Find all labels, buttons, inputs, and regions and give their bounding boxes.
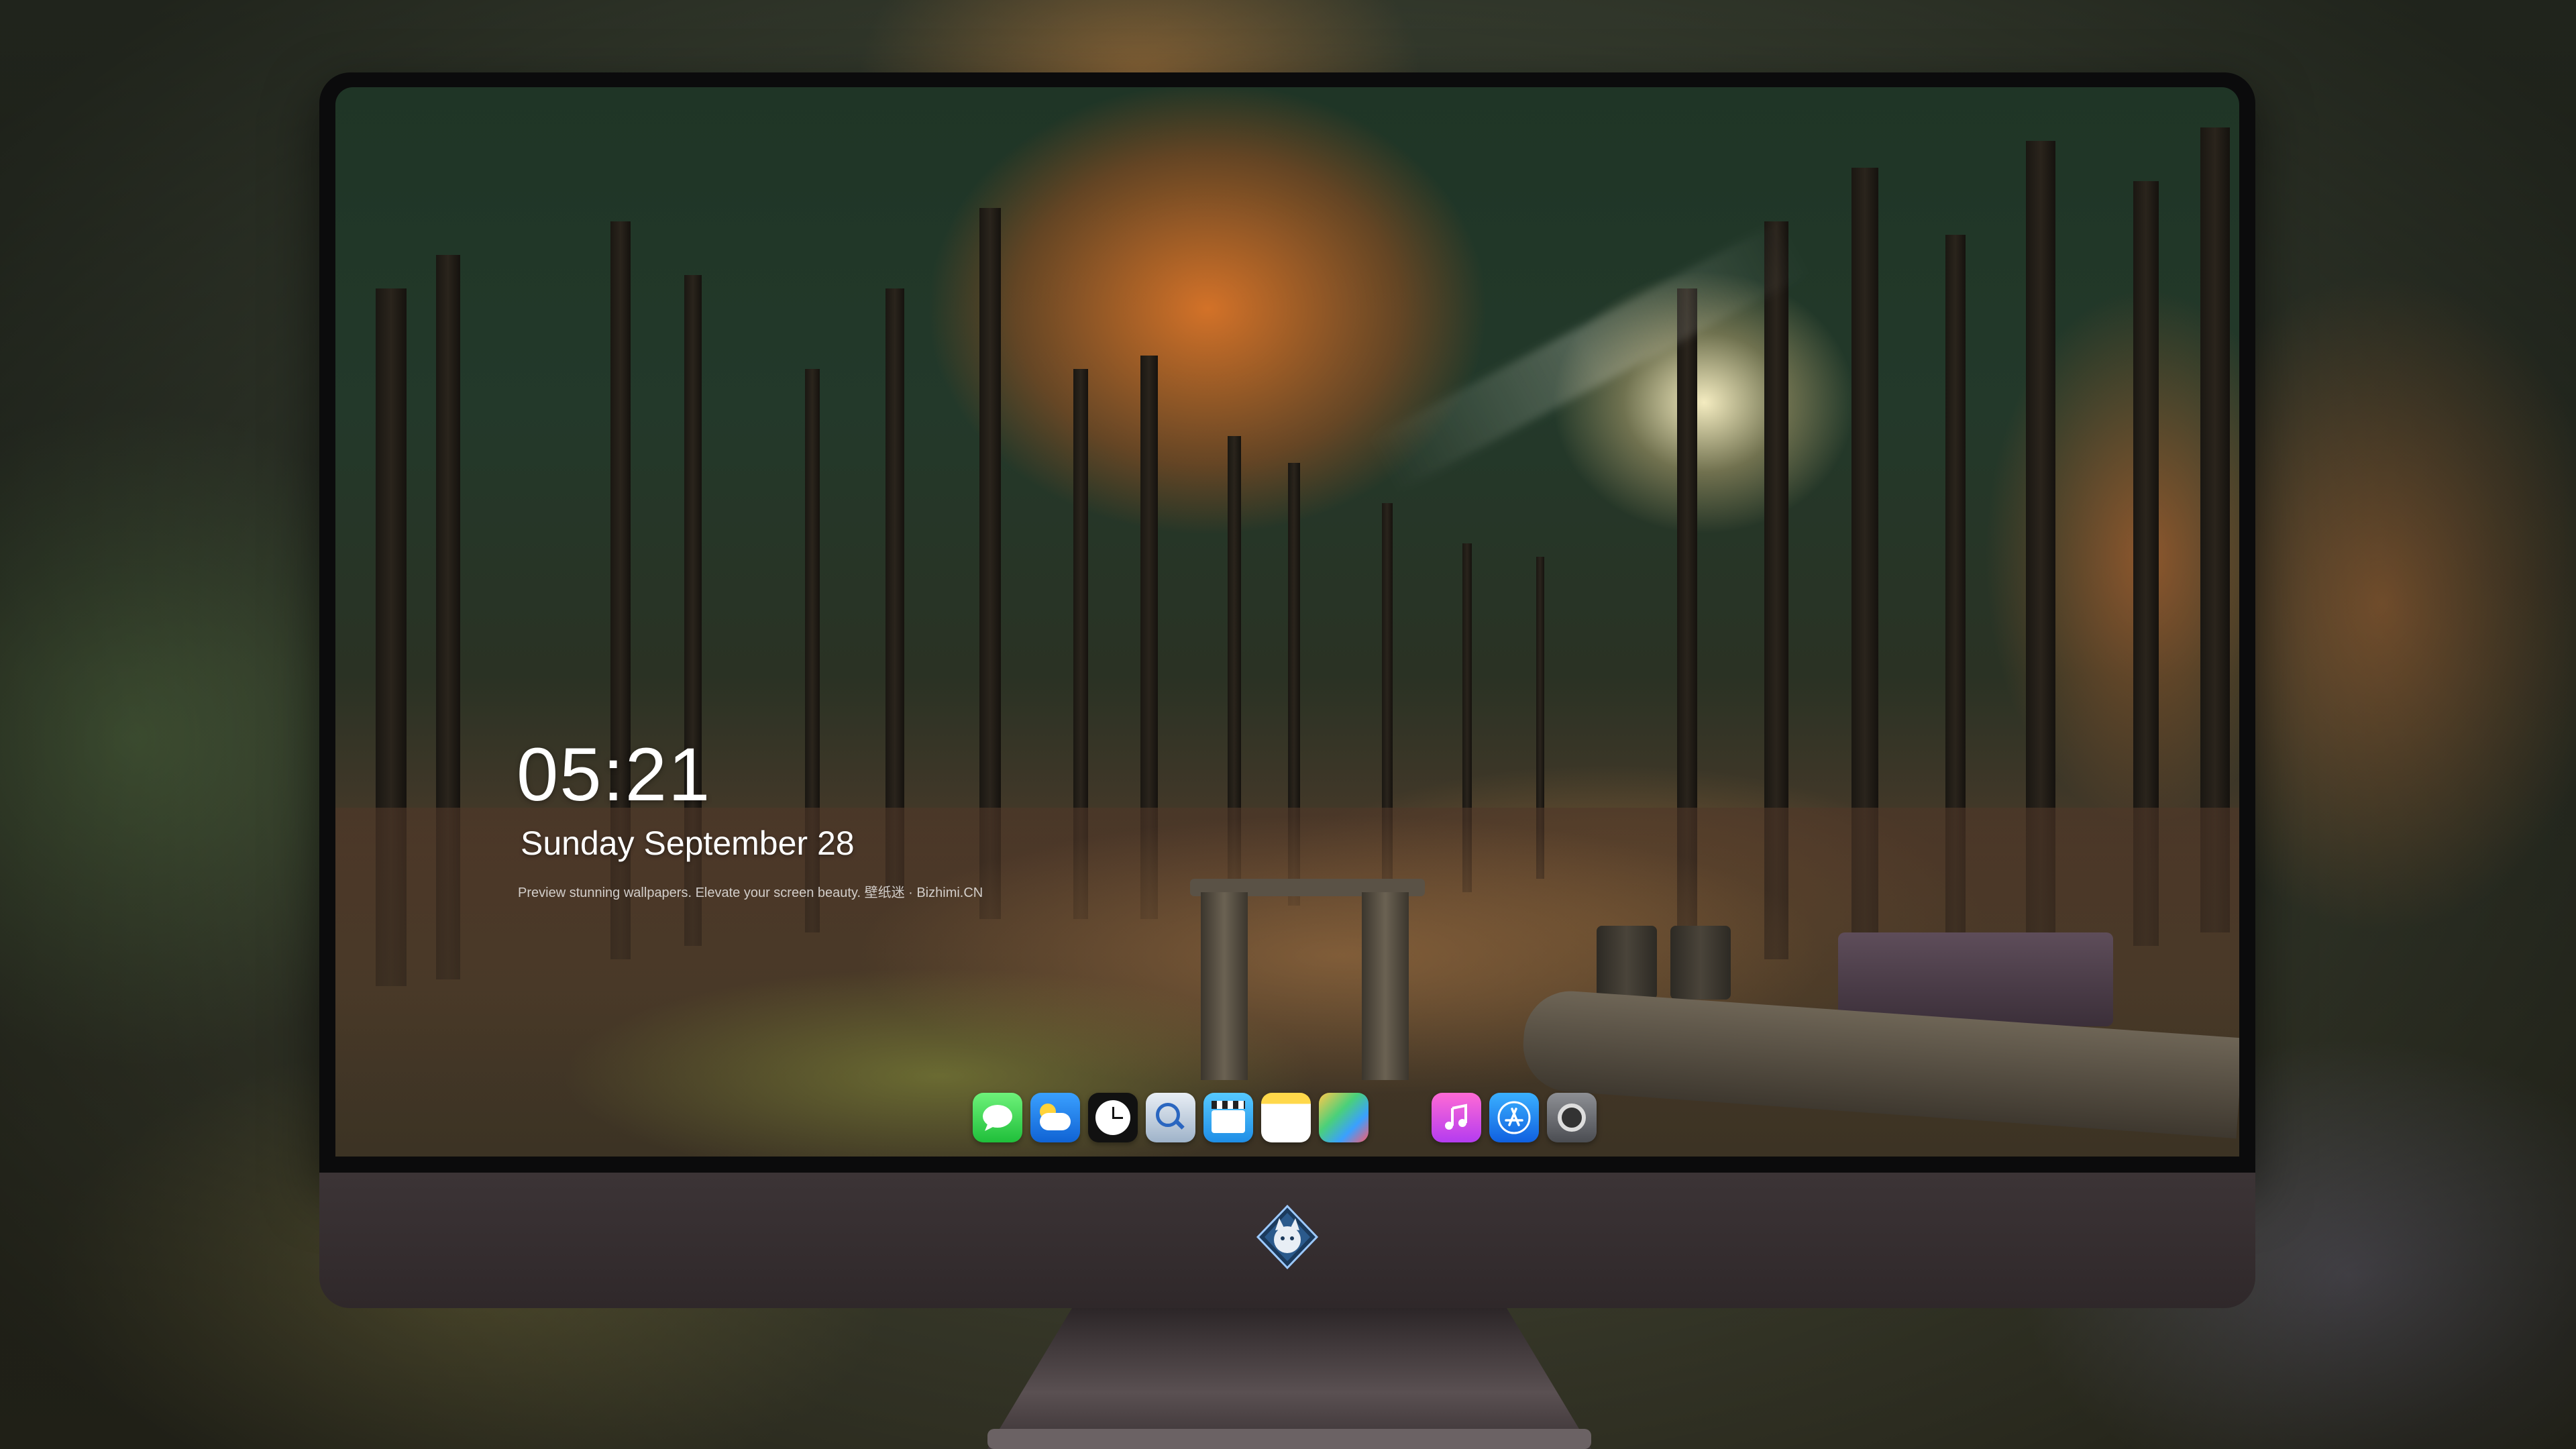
weather-icon[interactable] bbox=[1030, 1093, 1080, 1142]
monitor-stand-base bbox=[987, 1429, 1591, 1449]
kitsune-logo-icon bbox=[1254, 1203, 1321, 1271]
monitor: 05:21 Sunday September 28 Preview stunni… bbox=[319, 72, 2255, 1308]
notes-icon[interactable] bbox=[1261, 1093, 1311, 1142]
monitor-stand bbox=[987, 1308, 1591, 1449]
app-store-icon[interactable] bbox=[1489, 1093, 1539, 1142]
bench-leg bbox=[1362, 892, 1409, 1080]
monitor-bezel: 05:21 Sunday September 28 Preview stunni… bbox=[319, 72, 2255, 1173]
monitor-chin bbox=[319, 1173, 2255, 1308]
clips-icon[interactable] bbox=[1203, 1093, 1253, 1142]
dock bbox=[973, 1087, 1597, 1148]
messages-icon[interactable] bbox=[973, 1093, 1022, 1142]
photos-icon[interactable] bbox=[1319, 1093, 1368, 1142]
bench-leg bbox=[1201, 892, 1248, 1080]
music-icon[interactable] bbox=[1432, 1093, 1481, 1142]
lock-screen[interactable]: 05:21 Sunday September 28 Preview stunni… bbox=[335, 87, 2239, 1157]
tree-stump bbox=[1670, 926, 1731, 1000]
camera-icon[interactable] bbox=[1547, 1093, 1597, 1142]
lock-date: Sunday September 28 bbox=[521, 824, 855, 862]
preview-icon[interactable] bbox=[1146, 1093, 1195, 1142]
tree-stump bbox=[1597, 926, 1657, 1000]
clock-icon[interactable] bbox=[1088, 1093, 1138, 1142]
lock-clock: 05:21 bbox=[517, 733, 712, 816]
wallpaper-tagline: Preview stunning wallpapers. Elevate you… bbox=[518, 885, 983, 900]
